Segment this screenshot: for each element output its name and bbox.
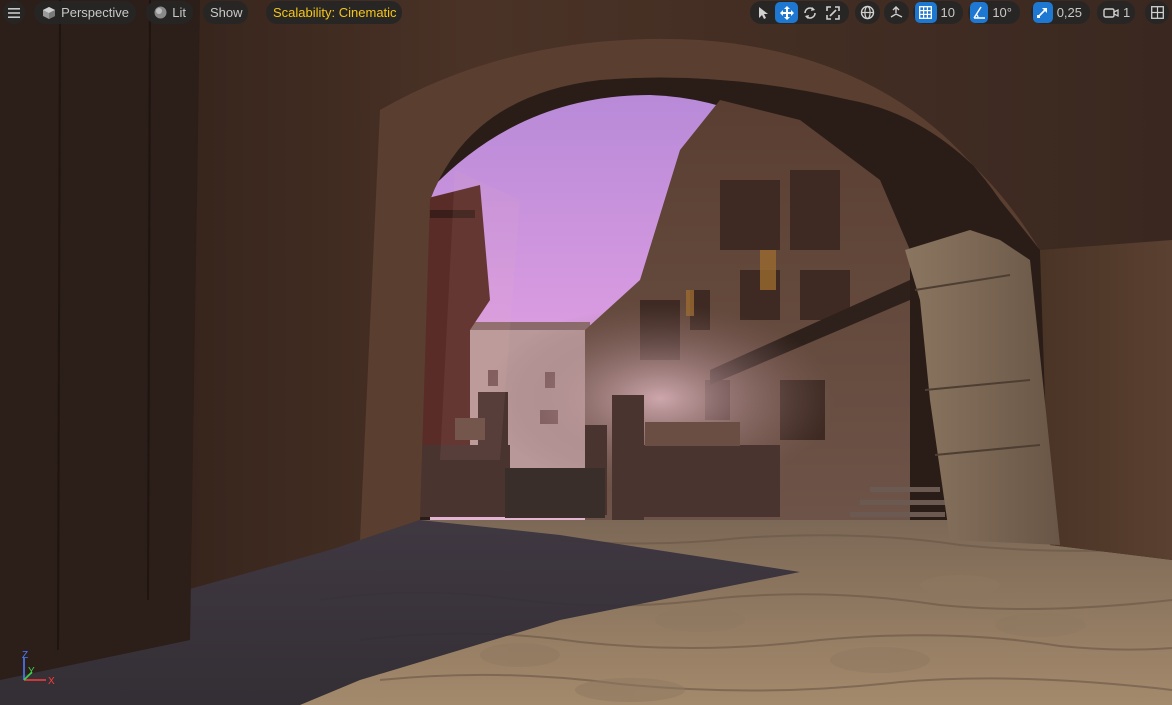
axis-z-label: Z [22,650,28,661]
globe-icon [860,5,875,20]
move-arrows-icon [779,5,794,20]
perspective-label: Perspective [61,5,129,20]
rotate-tool-button[interactable] [798,2,821,23]
lit-label: Lit [172,5,186,20]
scene-render[interactable] [0,0,1172,705]
rotation-snap-toggle[interactable] [970,2,989,23]
rotation-snap-value[interactable]: 10° [988,5,1018,20]
lit-mode-button[interactable]: Lit [146,1,193,24]
grid-snap-toggle[interactable] [915,2,937,23]
translate-tool-button[interactable] [775,2,798,23]
viewport-toolbar: Perspective Lit Show Scalability: Cinema… [0,0,1172,26]
video-camera-icon [1103,7,1119,19]
camera-speed-value: 1 [1123,5,1131,20]
grid-snap-group[interactable]: 10 [913,1,963,24]
camera-speed-button[interactable]: 1 [1097,1,1135,24]
cube-icon [41,5,56,21]
scalability-button[interactable]: Scalability: Cinematic [266,1,402,24]
layout-grid-icon [1150,6,1164,19]
angle-icon [973,6,986,19]
scale-snap-toggle[interactable] [1033,2,1053,23]
viewport-menu-button[interactable] [3,1,25,24]
sphere-icon [153,5,167,21]
scale-arrow-icon [1036,6,1049,19]
scale-icon [825,5,840,20]
coordinate-system-button[interactable] [855,1,880,24]
cursor-arrow-icon [758,6,769,20]
rotate-icon [803,6,817,20]
show-button[interactable]: Show [203,1,248,24]
level-viewport[interactable]: Perspective Lit Show Scalability: Cinema… [0,0,1172,705]
grid-snap-value[interactable]: 10 [937,5,961,20]
viewport-layout-button[interactable] [1145,1,1169,24]
transform-tools-group [750,1,849,24]
scale-tool-button[interactable] [821,2,844,23]
scale-snap-value[interactable]: 0,25 [1053,5,1088,20]
grid-icon [919,6,933,19]
hamburger-menu-icon [8,7,20,18]
axis-gizmo-icon: Z Y X [22,650,55,687]
perspective-view-button[interactable]: Perspective [34,1,136,24]
rotation-snap-group[interactable]: 10° [968,1,1020,24]
scale-snap-group[interactable]: 0,25 [1031,1,1090,24]
axis-x-label: X [48,676,55,687]
scalability-label: Scalability: Cinematic [273,5,397,20]
surface-snap-icon [889,5,904,20]
axis-y-label: Y [28,666,35,677]
show-label: Show [210,5,243,20]
select-tool-button[interactable] [752,2,775,23]
surface-snapping-button[interactable] [884,1,909,24]
